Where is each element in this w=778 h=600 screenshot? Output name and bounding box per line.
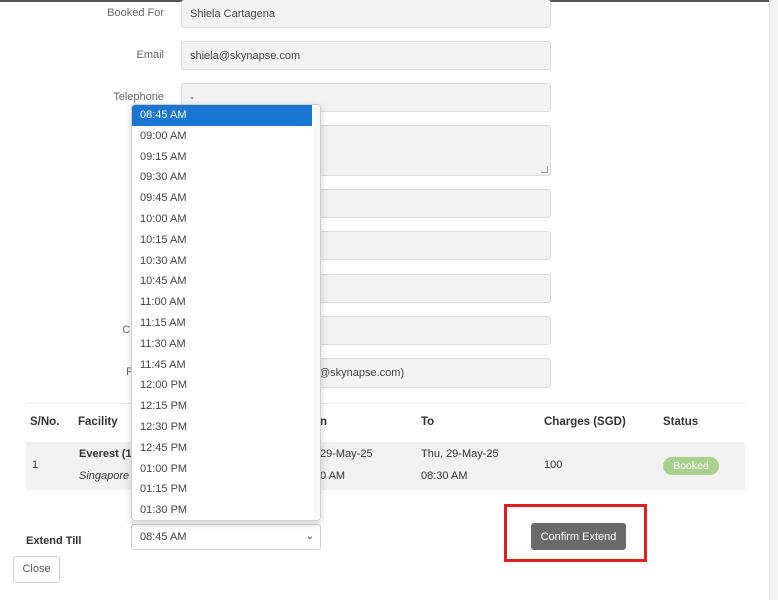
dropdown-option[interactable]: 10:30 AM — [132, 251, 312, 272]
confirm-extend-button[interactable]: Confirm Extend — [531, 523, 626, 550]
dropdown-option[interactable]: 11:15 AM — [132, 313, 312, 334]
dropdown-option[interactable]: 11:30 AM — [132, 334, 312, 355]
dropdown-option[interactable]: 09:00 AM — [132, 126, 312, 147]
row-from-date: 29-May-25 — [320, 448, 373, 460]
row-charges: 100 — [544, 459, 563, 471]
dropdown-option[interactable]: 11:45 AM — [132, 355, 312, 376]
booked-for-field[interactable]: Shiela Cartagena — [181, 0, 551, 28]
col-facility: Facility — [78, 416, 118, 428]
dropdown-option[interactable]: 01:00 PM — [132, 459, 312, 480]
dropdown-scrollbar[interactable] — [314, 105, 320, 520]
dropdown-option[interactable]: 01:15 PM — [132, 479, 312, 500]
extend-till-label: Extend Till — [26, 535, 82, 547]
dropdown-option[interactable]: 10:45 AM — [132, 271, 312, 292]
status-badge: Booked — [663, 457, 719, 475]
dropdown-option[interactable]: 12:15 PM — [132, 396, 312, 417]
email-label: Email — [136, 49, 164, 61]
chevron-down-icon: ⌄ — [305, 531, 314, 542]
row-to-time: 08:30 AM — [421, 470, 468, 482]
row-facility-name: Everest (10 — [79, 448, 138, 460]
dropdown-option[interactable]: 12:00 PM — [132, 375, 312, 396]
email-field[interactable]: shiela@skynapse.com — [181, 41, 551, 70]
time-dropdown-list[interactable]: 08:45 AM 09:00 AM 09:15 AM 09:30 AM 09:45 AM… — [131, 104, 321, 521]
dropdown-option[interactable]: 09:30 AM — [132, 167, 312, 188]
extend-till-value: 08:45 AM — [140, 531, 187, 543]
col-to: To — [421, 416, 435, 428]
row-sno: 1 — [32, 459, 39, 471]
row-from-time: 0 AM — [320, 470, 346, 482]
col-sno: S/No. — [30, 416, 60, 428]
col-charges: Charges (SGD) — [544, 416, 626, 428]
resize-grip-icon[interactable] — [541, 166, 548, 173]
booked-for-label: Booked For — [107, 7, 164, 19]
dropdown-option[interactable]: 12:30 PM — [132, 417, 312, 438]
dropdown-option[interactable]: 01:30 PM — [132, 500, 312, 520]
row-to-date: Thu, 29-May-25 — [421, 448, 499, 460]
dropdown-option[interactable]: 12:45 PM — [132, 438, 312, 459]
extend-till-select[interactable]: 08:45 AM ⌄ — [131, 524, 321, 550]
page-scrollbar[interactable] — [769, 0, 778, 600]
dropdown-option[interactable]: 08:45 AM — [132, 105, 312, 126]
dropdown-option[interactable]: 09:45 AM — [132, 188, 312, 209]
close-button[interactable]: Close — [13, 556, 60, 583]
row-facility-location: Singapore — [79, 470, 130, 482]
dropdown-option[interactable]: 10:15 AM — [132, 230, 312, 251]
dropdown-option[interactable]: 11:00 AM — [132, 292, 312, 313]
telephone-label: Telephone — [113, 91, 164, 103]
dropdown-option[interactable]: 10:00 AM — [132, 209, 312, 230]
col-status: Status — [663, 416, 699, 428]
col-from: n — [320, 416, 328, 428]
dropdown-option[interactable]: 09:15 AM — [132, 147, 312, 168]
